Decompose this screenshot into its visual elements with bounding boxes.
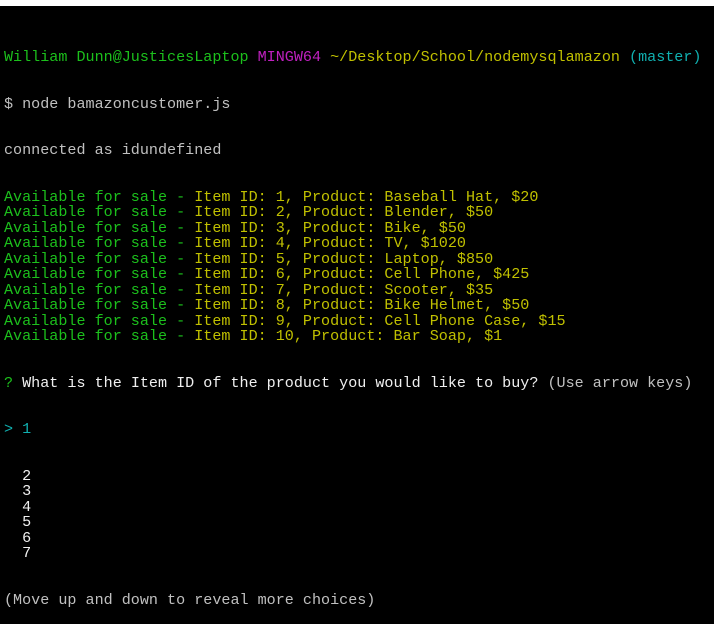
system-name: MINGW64 — [257, 48, 322, 66]
choice-list: 2 3 4 5 6 7 — [4, 468, 701, 562]
choice-selected[interactable]: > 1 — [4, 420, 701, 438]
choice-option[interactable]: 5 — [4, 514, 701, 531]
item-row: Available for sale - Item ID: 10, Produc… — [4, 327, 701, 345]
terminal-output[interactable]: William Dunn@JusticesLaptop MINGW64 ~/De… — [4, 19, 701, 624]
item-list: Available for sale - Item ID: 1, Product… — [4, 189, 701, 345]
command-line: $ node bamazoncustomer.js — [4, 94, 701, 113]
choice-option[interactable]: 6 — [4, 530, 701, 547]
choice-option[interactable]: 4 — [4, 499, 701, 516]
question-mark: ? — [4, 373, 14, 392]
item-prefix: Available for sale - — [4, 327, 195, 345]
choice-option[interactable]: 3 — [4, 483, 701, 500]
window-top-bar — [0, 0, 714, 6]
prompt-symbol: $ — [4, 94, 14, 113]
current-path: ~/Desktop/School/nodemysqlamazon — [330, 48, 620, 66]
question-hint: (Use arrow keys) — [547, 373, 693, 392]
choice-label: 1 — [22, 420, 32, 438]
choice-option[interactable]: 7 — [4, 544, 701, 562]
choice-option[interactable]: 2 — [4, 468, 701, 485]
item-text: Item ID: 10, Product: Bar Soap, $1 — [194, 327, 503, 345]
shell-prompt: William Dunn@JusticesLaptop MINGW64 ~/De… — [4, 48, 702, 66]
choice-label: 7 — [22, 544, 32, 562]
command-text: node bamazoncustomer.js — [22, 94, 231, 113]
git-branch: (master) — [629, 48, 702, 66]
user-host: William Dunn@JusticesLaptop — [4, 48, 249, 66]
question-text: What is the Item ID of the product you w… — [22, 373, 539, 392]
connected-message: connected as idundefined — [4, 141, 222, 159]
question-line: ? What is the Item ID of the product you… — [4, 373, 701, 392]
pointer-icon: > — [4, 420, 14, 438]
footer-hint: (Move up and down to reveal more choices… — [4, 590, 376, 609]
